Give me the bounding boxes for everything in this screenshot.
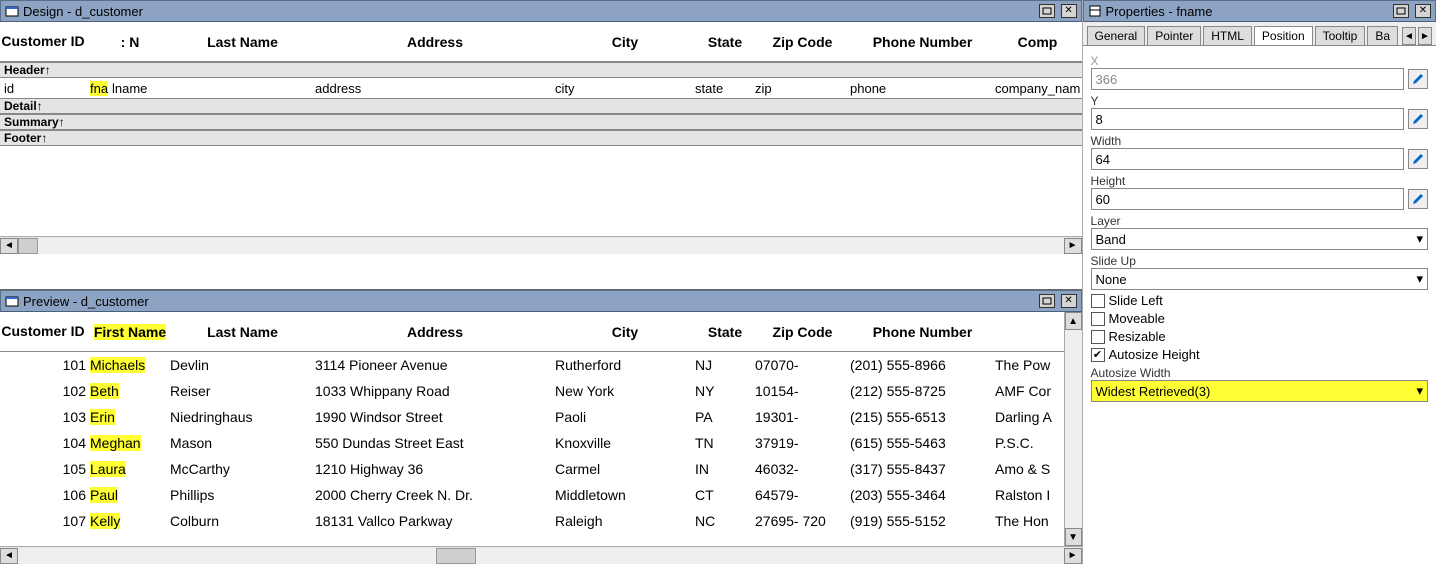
- pcol-state: State: [695, 324, 755, 340]
- label-height: Height: [1091, 174, 1428, 188]
- properties-body: X Y Width Height Layer Band: [1083, 46, 1436, 406]
- field-company[interactable]: company_nam: [995, 81, 1080, 96]
- tab-position[interactable]: Position: [1254, 26, 1313, 45]
- col-last-name: Last Name: [170, 34, 315, 50]
- scroll-down-icon[interactable]: ▼: [1065, 528, 1082, 546]
- design-icon: [5, 4, 19, 18]
- preview-close-button[interactable]: ✕: [1061, 294, 1077, 308]
- design-column-headers: Customer ID : N Last Name Address City S…: [0, 22, 1082, 62]
- field-address[interactable]: address: [315, 81, 555, 96]
- tab-html[interactable]: HTML: [1203, 26, 1252, 45]
- properties-close-button[interactable]: ✕: [1415, 4, 1431, 18]
- band-header[interactable]: Header↑: [0, 62, 1082, 78]
- tabs-scroll-right[interactable]: ►: [1418, 27, 1432, 45]
- design-canvas[interactable]: [0, 146, 1082, 236]
- table-row[interactable]: 104MeghanMason550 Dundas Street EastKnox…: [0, 430, 1082, 456]
- preview-title: Preview - d_customer: [23, 294, 149, 309]
- field-zip[interactable]: zip: [755, 81, 850, 96]
- tab-more[interactable]: Ba: [1367, 26, 1398, 45]
- field-state[interactable]: state: [695, 81, 755, 96]
- table-row[interactable]: 107KellyColburn18131 Vallco ParkwayRalei…: [0, 508, 1082, 534]
- chevron-down-icon: ▾: [1416, 271, 1423, 287]
- edit-y-button[interactable]: [1408, 109, 1428, 129]
- field-id[interactable]: id: [0, 81, 90, 96]
- tabs-scroll-left[interactable]: ◄: [1402, 27, 1416, 45]
- select-slideup[interactable]: None ▾: [1091, 268, 1428, 290]
- chevron-down-icon: ▾: [1416, 231, 1423, 247]
- pcol-first-name: First Name: [90, 324, 170, 340]
- design-hscrollbar[interactable]: ◄ ►: [0, 236, 1082, 254]
- label-autosize-width: Autosize Width: [1091, 366, 1428, 380]
- table-row[interactable]: 103ErinNiedringhaus1990 Windsor StreetPa…: [0, 404, 1082, 430]
- col-address: Address: [315, 34, 555, 50]
- col-company: Comp: [995, 34, 1080, 50]
- checkbox-autosize-height[interactable]: ✔Autosize Height: [1091, 347, 1428, 362]
- scroll-left-icon[interactable]: ◄: [0, 238, 18, 254]
- input-width[interactable]: [1091, 148, 1404, 170]
- chevron-down-icon: ▾: [1416, 383, 1423, 399]
- pcol-phone: Phone Number: [850, 324, 995, 340]
- input-y[interactable]: [1091, 108, 1404, 130]
- design-fields-row[interactable]: id fna lname address city state zip phon…: [0, 78, 1082, 98]
- scroll-right-icon[interactable]: ►: [1064, 238, 1082, 254]
- band-summary[interactable]: Summary↑: [0, 114, 1082, 130]
- edit-width-button[interactable]: [1408, 149, 1428, 169]
- preview-vscrollbar[interactable]: ▲ ▼: [1064, 312, 1082, 546]
- col-phone: Phone Number: [850, 34, 995, 50]
- col-customer-id: Customer ID: [0, 34, 90, 49]
- input-height[interactable]: [1091, 188, 1404, 210]
- field-city[interactable]: city: [555, 81, 695, 96]
- tab-pointer[interactable]: Pointer: [1147, 26, 1201, 45]
- preview-icon: [5, 294, 19, 308]
- edit-x-button[interactable]: [1408, 69, 1428, 89]
- properties-title: Properties - fname: [1106, 4, 1213, 19]
- field-phone[interactable]: phone: [850, 81, 995, 96]
- col-state: State: [695, 34, 755, 50]
- scroll-left-icon[interactable]: ◄: [0, 548, 18, 564]
- properties-tabs: General Pointer HTML Position Tooltip Ba…: [1083, 22, 1436, 46]
- table-row[interactable]: 101MichaelsDevlin3114 Pioneer AvenueRuth…: [0, 352, 1082, 378]
- col-city: City: [555, 34, 695, 50]
- properties-icon: [1088, 4, 1102, 18]
- tab-tooltip[interactable]: Tooltip: [1315, 26, 1366, 45]
- table-row[interactable]: 106PaulPhillips2000 Cherry Creek N. Dr.M…: [0, 482, 1082, 508]
- select-autosize-width[interactable]: Widest Retrieved(3) ▾: [1091, 380, 1428, 402]
- label-x: X: [1091, 54, 1428, 68]
- table-row[interactable]: 102BethReiser1033 Whippany RoadNew YorkN…: [0, 378, 1082, 404]
- pcol-address: Address: [315, 324, 555, 340]
- select-layer[interactable]: Band ▾: [1091, 228, 1428, 250]
- label-slideup: Slide Up: [1091, 254, 1428, 268]
- pcol-customer-id: Customer ID: [0, 324, 90, 339]
- col-zip: Zip Code: [755, 34, 850, 50]
- design-titlebar: Design - d_customer ✕: [0, 0, 1082, 22]
- band-footer[interactable]: Footer↑: [0, 130, 1082, 146]
- design-close-button[interactable]: ✕: [1061, 4, 1077, 18]
- preview-titlebar: Preview - d_customer ✕: [0, 290, 1082, 312]
- scroll-right-icon[interactable]: ►: [1064, 548, 1082, 564]
- preview-hscrollbar[interactable]: ◄ ►: [0, 546, 1082, 564]
- checkbox-resizable[interactable]: Resizable: [1091, 329, 1428, 344]
- properties-titlebar: Properties - fname ✕: [1083, 0, 1436, 22]
- table-row[interactable]: 105LauraMcCarthy1210 Highway 36CarmelIN4…: [0, 456, 1082, 482]
- field-lname[interactable]: lname: [112, 81, 257, 96]
- label-width: Width: [1091, 134, 1428, 148]
- col-first-name: : N: [90, 34, 170, 50]
- tab-general[interactable]: General: [1087, 26, 1146, 45]
- pcol-city: City: [555, 324, 695, 340]
- preview-column-headers: Customer ID First Name Last Name Address…: [0, 312, 1082, 352]
- pcol-zip: Zip Code: [755, 324, 850, 340]
- design-title: Design - d_customer: [23, 4, 143, 19]
- label-y: Y: [1091, 94, 1428, 108]
- band-detail[interactable]: Detail↑: [0, 98, 1082, 114]
- checkbox-slide-left[interactable]: Slide Left: [1091, 293, 1428, 308]
- design-maximize-button[interactable]: [1039, 4, 1055, 18]
- properties-maximize-button[interactable]: [1393, 4, 1409, 18]
- pcol-last-name: Last Name: [170, 324, 315, 340]
- edit-height-button[interactable]: [1408, 189, 1428, 209]
- preview-maximize-button[interactable]: [1039, 294, 1055, 308]
- input-x[interactable]: [1091, 68, 1404, 90]
- scroll-up-icon[interactable]: ▲: [1065, 312, 1082, 330]
- label-layer: Layer: [1091, 214, 1428, 228]
- checkbox-moveable[interactable]: Moveable: [1091, 311, 1428, 326]
